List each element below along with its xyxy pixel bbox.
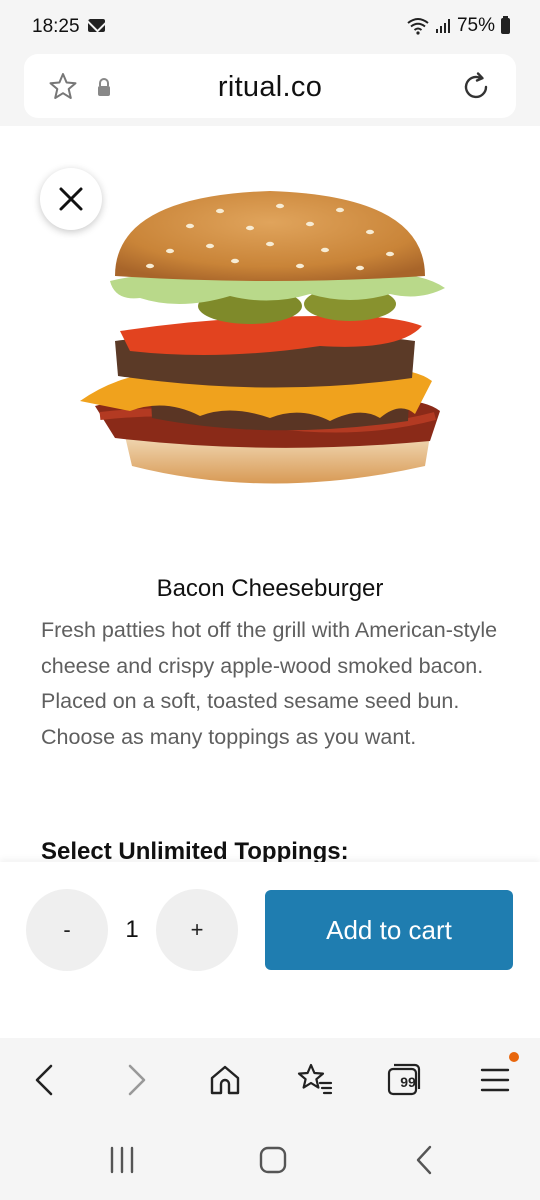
home-icon bbox=[210, 1065, 240, 1095]
bookmarks-button[interactable] bbox=[289, 1054, 341, 1106]
url-text[interactable]: ritual.co bbox=[24, 71, 516, 104]
cart-panel: - 1 + Add to cart bbox=[0, 862, 540, 1038]
system-back-button[interactable] bbox=[398, 1134, 450, 1186]
system-nav-bar bbox=[0, 1120, 540, 1200]
back-button[interactable] bbox=[18, 1054, 70, 1106]
back-chevron-icon bbox=[416, 1145, 432, 1175]
quantity-decrease-button[interactable]: - bbox=[26, 889, 108, 971]
recent-apps-button[interactable] bbox=[96, 1134, 148, 1186]
battery-icon bbox=[501, 16, 510, 34]
status-indicators: 75% bbox=[407, 15, 510, 37]
signal-icon bbox=[435, 19, 450, 33]
recent-apps-icon bbox=[110, 1146, 134, 1174]
square-home-icon bbox=[259, 1146, 287, 1174]
browser-toolbar: ritual.co bbox=[0, 54, 540, 126]
add-to-cart-button[interactable]: Add to cart bbox=[265, 890, 513, 970]
browser-bottom-nav: 99 bbox=[0, 1038, 540, 1120]
reload-icon[interactable] bbox=[458, 69, 494, 105]
forward-button[interactable] bbox=[111, 1054, 163, 1106]
url-bar[interactable]: ritual.co bbox=[24, 54, 516, 118]
status-time: 18:25 bbox=[32, 16, 80, 37]
product-image bbox=[70, 166, 470, 496]
menu-button[interactable] bbox=[469, 1052, 521, 1106]
status-bar: 18:25 75% bbox=[0, 0, 540, 54]
star-list-icon bbox=[297, 1063, 333, 1095]
wifi-icon bbox=[407, 18, 429, 35]
tabs-button[interactable]: 99 bbox=[378, 1054, 430, 1106]
notification-dot bbox=[509, 1052, 519, 1062]
hamburger-menu-icon bbox=[480, 1068, 510, 1092]
home-button[interactable] bbox=[199, 1054, 251, 1106]
chevron-right-icon bbox=[128, 1064, 146, 1096]
quantity-value: 1 bbox=[125, 916, 139, 943]
close-icon bbox=[59, 187, 83, 211]
product-detail: Bacon Cheeseburger Fresh patties hot off… bbox=[0, 126, 540, 862]
quantity-increase-button[interactable]: + bbox=[156, 889, 238, 971]
close-button[interactable] bbox=[40, 168, 102, 230]
tabs-count: 99 bbox=[400, 1074, 416, 1090]
product-title: Bacon Cheeseburger bbox=[156, 575, 384, 602]
toppings-heading: Select Unlimited Toppings: bbox=[41, 838, 349, 862]
mail-icon bbox=[88, 19, 105, 32]
chevron-left-icon bbox=[35, 1064, 53, 1096]
product-description: Fresh patties hot off the grill with Ame… bbox=[41, 618, 498, 749]
system-home-button[interactable] bbox=[247, 1134, 299, 1186]
battery-percent: 75% bbox=[456, 15, 495, 36]
